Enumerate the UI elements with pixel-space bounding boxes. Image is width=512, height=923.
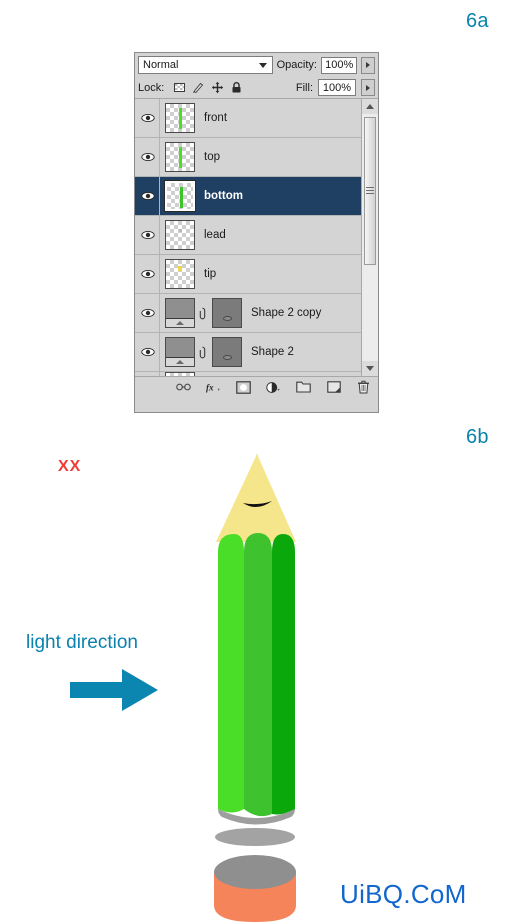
right-arrow-icon (70, 669, 158, 711)
chevron-down-icon (258, 63, 267, 68)
layer-thumbnail[interactable] (165, 220, 195, 250)
fill-stepper[interactable] (361, 79, 375, 96)
table-row[interactable] (135, 372, 361, 376)
scrollbar-thumb[interactable] (364, 117, 376, 265)
table-row[interactable]: front (135, 99, 361, 138)
eye-icon (141, 191, 155, 201)
pencil-body-light-facet (218, 534, 244, 813)
opacity-stepper[interactable] (361, 56, 375, 74)
layer-visibility-toggle[interactable] (137, 333, 160, 371)
lock-label: Lock: (138, 81, 165, 94)
layer-visibility-toggle[interactable] (137, 255, 160, 293)
layer-visibility-toggle[interactable] (137, 177, 160, 215)
eraser-cylinder (214, 855, 296, 922)
scrollbar[interactable] (361, 99, 378, 376)
table-row[interactable]: Shape 2 copy (135, 294, 361, 333)
layer-thumbnail[interactable] (165, 298, 195, 328)
layer-visibility-toggle[interactable] (137, 99, 160, 137)
photoshop-layers-panel: Normal Opacity: 100% Lock: Fill: 100% fr… (134, 52, 379, 413)
lock-position-icon[interactable] (211, 81, 224, 94)
lock-transparency-icon[interactable] (173, 81, 186, 94)
new-adjustment-layer-icon[interactable] (266, 380, 281, 395)
scroll-down-arrow-icon (366, 366, 374, 371)
table-row[interactable]: lead (135, 216, 361, 255)
layer-thumbnail[interactable] (164, 180, 196, 212)
layer-thumbnail[interactable] (165, 259, 195, 289)
layer-thumbnail[interactable] (165, 142, 195, 172)
scroll-up-button[interactable] (362, 99, 378, 114)
layer-name: Shape 2 copy (251, 307, 322, 319)
eraser-cap-top (214, 855, 296, 889)
delete-layer-icon[interactable] (356, 380, 371, 395)
link-mask-icon[interactable] (197, 307, 208, 320)
lock-image-pixels-icon[interactable] (192, 81, 205, 94)
table-row[interactable]: Shape 2 (135, 333, 361, 372)
new-group-icon[interactable] (296, 380, 311, 395)
layer-mask-thumbnail[interactable] (212, 337, 242, 367)
opacity-input[interactable]: 100% (320, 56, 358, 74)
pencil-wood-cone (216, 454, 296, 542)
pencil-illustration (70, 454, 296, 922)
layer-visibility-toggle[interactable] (137, 294, 160, 332)
stepper-arrow-icon (366, 84, 370, 91)
layer-thumbnail[interactable] (165, 103, 195, 133)
fill-label: Fill: (295, 81, 313, 94)
new-layer-icon[interactable] (326, 380, 341, 395)
lock-all-icon[interactable] (230, 81, 243, 94)
table-row[interactable]: top (135, 138, 361, 177)
eye-icon (141, 308, 155, 318)
layer-name: top (204, 151, 220, 163)
eye-icon (141, 376, 155, 377)
link-mask-icon[interactable] (197, 346, 208, 359)
layer-name: front (204, 112, 228, 124)
figure-label-6a: 6a (466, 10, 489, 32)
eye-icon (141, 230, 155, 240)
layer-list-container: front top bottom lead tip Shape 2 copy S… (135, 99, 378, 377)
opacity-label: Opacity: (276, 59, 317, 71)
eye-icon (141, 113, 155, 123)
layer-name: Shape 2 (251, 346, 294, 358)
layer-visibility-toggle[interactable] (137, 138, 160, 176)
pencil-body-dark-facet (272, 534, 295, 815)
eye-icon (141, 347, 155, 357)
layer-name: bottom (204, 190, 243, 202)
stepper-arrow-icon (366, 62, 371, 68)
lock-row: Lock: Fill: 100% (135, 77, 378, 99)
layer-name: tip (204, 268, 217, 280)
blend-mode-value: Normal (143, 59, 179, 71)
layer-style-fx-icon[interactable]: fx (206, 380, 221, 395)
eye-icon (141, 152, 155, 162)
eye-icon (141, 269, 155, 279)
fill-input[interactable]: 100% (318, 79, 356, 96)
layer-list: front top bottom lead tip Shape 2 copy S… (135, 99, 361, 376)
pencil-body-mid-facet (244, 533, 272, 817)
layer-visibility-toggle[interactable] (137, 372, 160, 376)
blend-mode-select[interactable]: Normal (138, 56, 273, 74)
add-layer-mask-icon[interactable] (236, 380, 251, 395)
layers-panel-footer: fx (135, 377, 378, 397)
blend-mode-row: Normal Opacity: 100% (135, 53, 378, 77)
layer-thumbnail[interactable] (165, 337, 195, 367)
layer-thumbnail[interactable] (165, 372, 195, 376)
link-layers-icon[interactable] (176, 380, 191, 395)
layer-mask-thumbnail[interactable] (212, 298, 242, 328)
table-row[interactable]: bottom (135, 177, 361, 216)
lock-buttons-group (173, 81, 243, 94)
layer-visibility-toggle[interactable] (137, 216, 160, 254)
layer-name: lead (204, 229, 226, 241)
svg-text:fx: fx (206, 382, 214, 392)
scroll-down-button[interactable] (362, 361, 378, 376)
ground-shadow-ellipse (215, 828, 295, 846)
scroll-up-arrow-icon (366, 104, 374, 109)
scrollbar-grip-icon (366, 187, 374, 195)
table-row[interactable]: tip (135, 255, 361, 294)
